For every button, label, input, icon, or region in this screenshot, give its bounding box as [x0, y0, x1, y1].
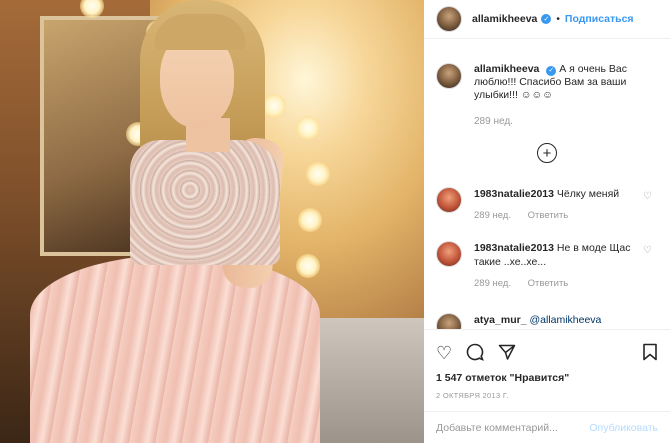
photo-bangs	[154, 14, 246, 50]
caption-age: 289 нед.	[474, 116, 513, 127]
publish-button[interactable]: Опубликовать	[589, 422, 658, 434]
list-item: 1983natalie2013 Чёлку меняй 289 нед. Отв…	[436, 187, 664, 223]
heart-icon[interactable]: ♡	[436, 344, 452, 362]
action-icons: ♡	[436, 342, 658, 364]
post-actions: ♡ 1 547 отметок "Нравится" 2 ОКТЯБРЯ 201…	[424, 329, 670, 400]
post-panel: allamikheeva ✓ • Подписаться allamikheev…	[424, 0, 670, 443]
comment-meta: 289 нед. Ответить	[474, 277, 644, 291]
load-more-comments-button[interactable]: +	[537, 143, 557, 163]
photo-bulb	[262, 94, 286, 118]
photo-bodice	[130, 140, 280, 265]
verified-icon: ✓	[541, 14, 552, 24]
comment-username[interactable]: 1983natalie2013	[474, 242, 554, 254]
avatar[interactable]	[436, 241, 462, 267]
like-comment-icon[interactable]: ♡	[643, 245, 652, 256]
avatar[interactable]	[436, 313, 462, 329]
post-photo[interactable]	[0, 0, 424, 443]
list-item: atya_mur_ @allamikheeva	[436, 313, 664, 329]
caption: allamikheeva ✓ А я очень Вас люблю!!! Сп…	[436, 63, 649, 128]
likes-count[interactable]: 1 547 отметок "Нравится"	[436, 372, 658, 384]
comment-meta: 289 нед. Ответить	[474, 209, 644, 223]
caption-username[interactable]: allamikheeva	[474, 63, 539, 75]
photo-bulb	[296, 116, 320, 140]
comment-input[interactable]: Добавьте комментарий...	[436, 422, 589, 434]
photo-bulb	[296, 254, 320, 278]
photo-bulb	[298, 208, 322, 232]
photo-bulb	[306, 162, 330, 186]
comment-body: atya_mur_ @allamikheeva	[474, 313, 644, 329]
bookmark-icon[interactable]	[642, 343, 658, 364]
separator-dot: •	[556, 13, 560, 25]
like-comment-icon[interactable]: ♡	[643, 191, 652, 202]
reply-button[interactable]: Ответить	[528, 278, 569, 289]
avatar[interactable]	[436, 63, 462, 89]
follow-button[interactable]: Подписаться	[565, 13, 634, 25]
verified-icon: ✓	[546, 65, 557, 76]
comment-body: 1983natalie2013 Чёлку меняй 289 нед. Отв…	[474, 187, 644, 223]
comment-username[interactable]: atya_mur_	[474, 314, 527, 326]
list-item: 1983natalie2013 Не в моде Щас такие ..хе…	[436, 241, 664, 291]
comment-username[interactable]: 1983natalie2013	[474, 188, 554, 200]
reply-button[interactable]: Ответить	[528, 210, 569, 221]
avatar[interactable]	[436, 187, 462, 213]
comments-list[interactable]: allamikheeva ✓ А я очень Вас люблю!!! Сп…	[424, 39, 670, 329]
avatar[interactable]	[436, 6, 462, 32]
header-username[interactable]: allamikheeva	[472, 13, 537, 25]
comment-icon[interactable]	[466, 343, 485, 364]
comment-mention[interactable]: @allamikheeva	[529, 314, 601, 326]
photo-skirt	[30, 255, 320, 443]
comment-age: 289 нед.	[474, 210, 511, 221]
post-date: 2 ОКТЯБРЯ 2013 Г.	[436, 391, 509, 400]
post-header: allamikheeva ✓ • Подписаться	[424, 0, 670, 39]
comment-age: 289 нед.	[474, 278, 511, 289]
comment-body: 1983natalie2013 Не в моде Щас такие ..хе…	[474, 241, 644, 291]
share-icon[interactable]	[498, 343, 516, 364]
add-comment-bar: Добавьте комментарий... Опубликовать	[424, 411, 670, 443]
caption-body: allamikheeva ✓ А я очень Вас люблю!!! Сп…	[474, 63, 649, 128]
comment-text: Чёлку меняй	[556, 188, 620, 200]
